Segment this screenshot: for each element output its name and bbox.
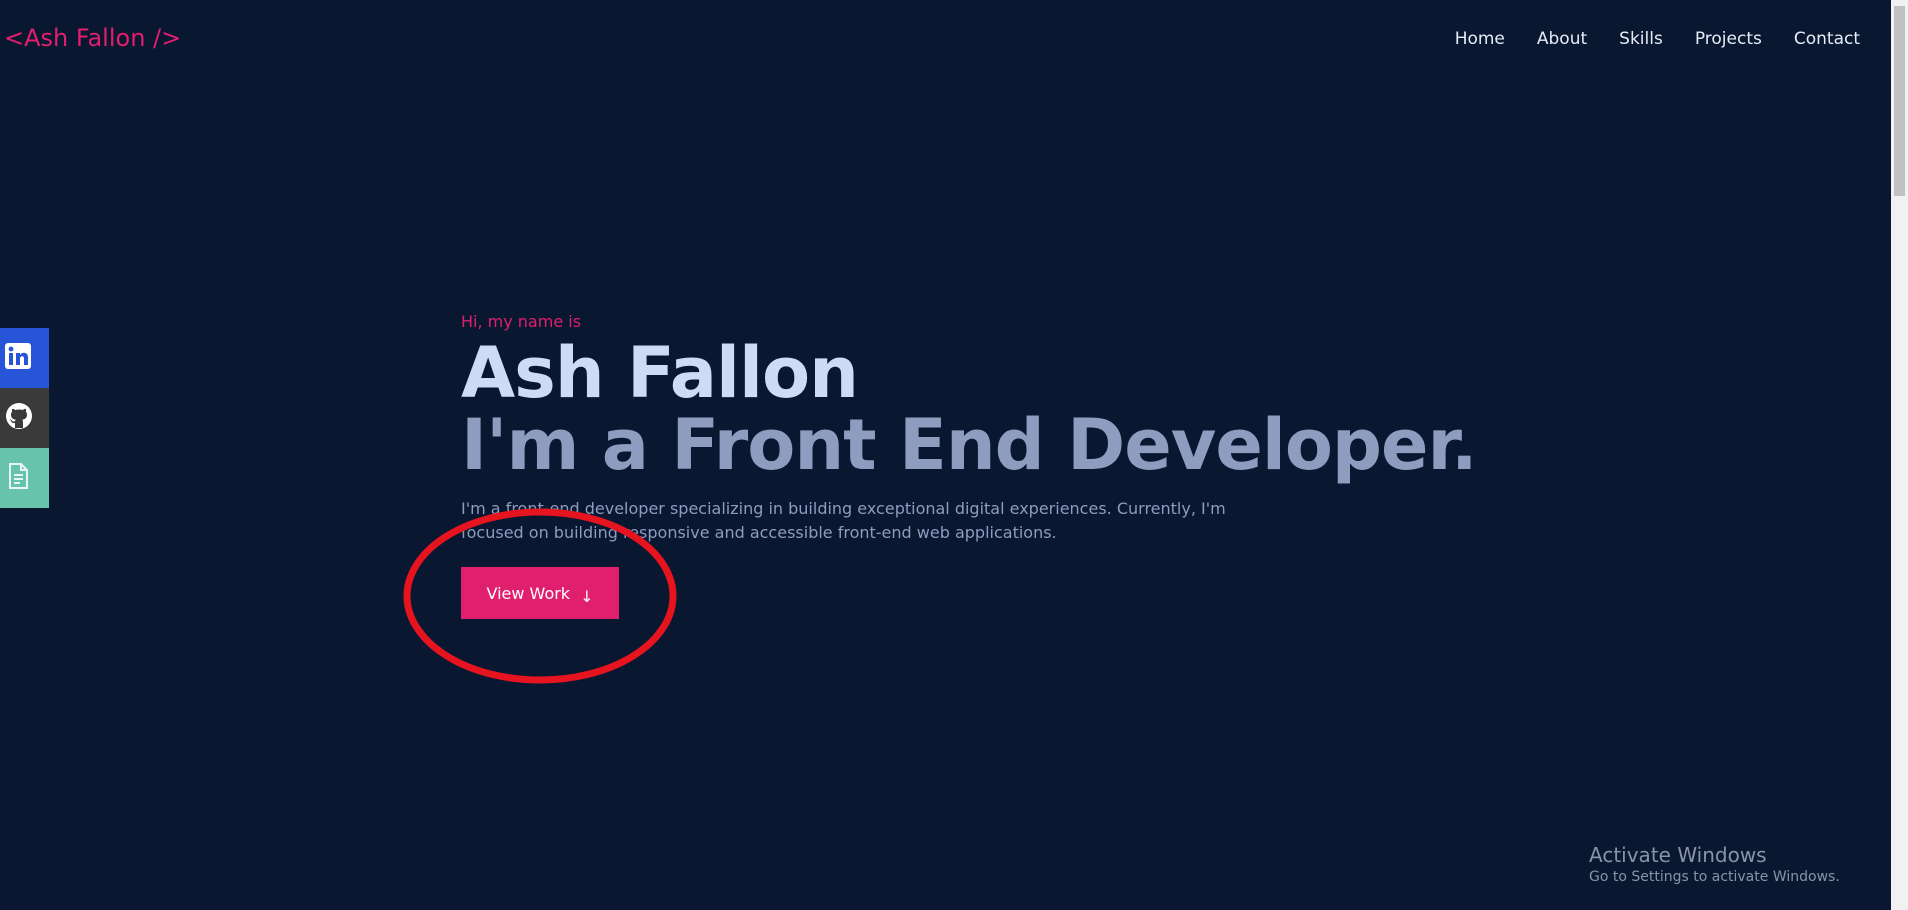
hero-section: Hi, my name is Ash Fallon I'm a Front En…	[461, 312, 1478, 545]
resume-link[interactable]	[0, 448, 49, 508]
view-work-button[interactable]: View Work ↓	[461, 567, 619, 619]
scrollbar-thumb[interactable]	[1894, 6, 1905, 196]
page-scrollbar[interactable]	[1891, 0, 1908, 910]
watermark-subtitle: Go to Settings to activate Windows.	[1589, 869, 1840, 885]
activate-windows-watermark: Activate Windows Go to Settings to activ…	[1589, 842, 1840, 886]
hero-name: Ash Fallon	[461, 332, 859, 414]
github-icon	[4, 401, 34, 436]
view-work-label: View Work	[486, 583, 571, 603]
github-link[interactable]	[0, 388, 49, 448]
hero-role: I'm a Front End Developer.	[461, 404, 1478, 486]
linkedin-link[interactable]	[0, 328, 49, 388]
watermark-title: Activate Windows	[1589, 843, 1767, 867]
social-sidebar	[0, 328, 49, 508]
document-icon	[4, 461, 32, 496]
nav-home[interactable]: Home	[1455, 29, 1505, 49]
nav-skills[interactable]: Skills	[1619, 29, 1663, 49]
portfolio-page: <Ash Fallon /> Home About Skills Project…	[0, 0, 1908, 910]
main-nav: Home About Skills Projects Contact	[1455, 29, 1860, 49]
nav-contact[interactable]: Contact	[1794, 29, 1860, 49]
hero-description: I'm a front-end developer specializing i…	[461, 499, 1226, 542]
linkedin-icon	[4, 342, 32, 375]
arrow-down-icon: ↓	[580, 586, 594, 606]
nav-about[interactable]: About	[1537, 29, 1587, 49]
nav-projects[interactable]: Projects	[1695, 29, 1762, 49]
hero-intro: Hi, my name is	[461, 312, 582, 331]
site-logo[interactable]: <Ash Fallon />	[4, 24, 181, 52]
